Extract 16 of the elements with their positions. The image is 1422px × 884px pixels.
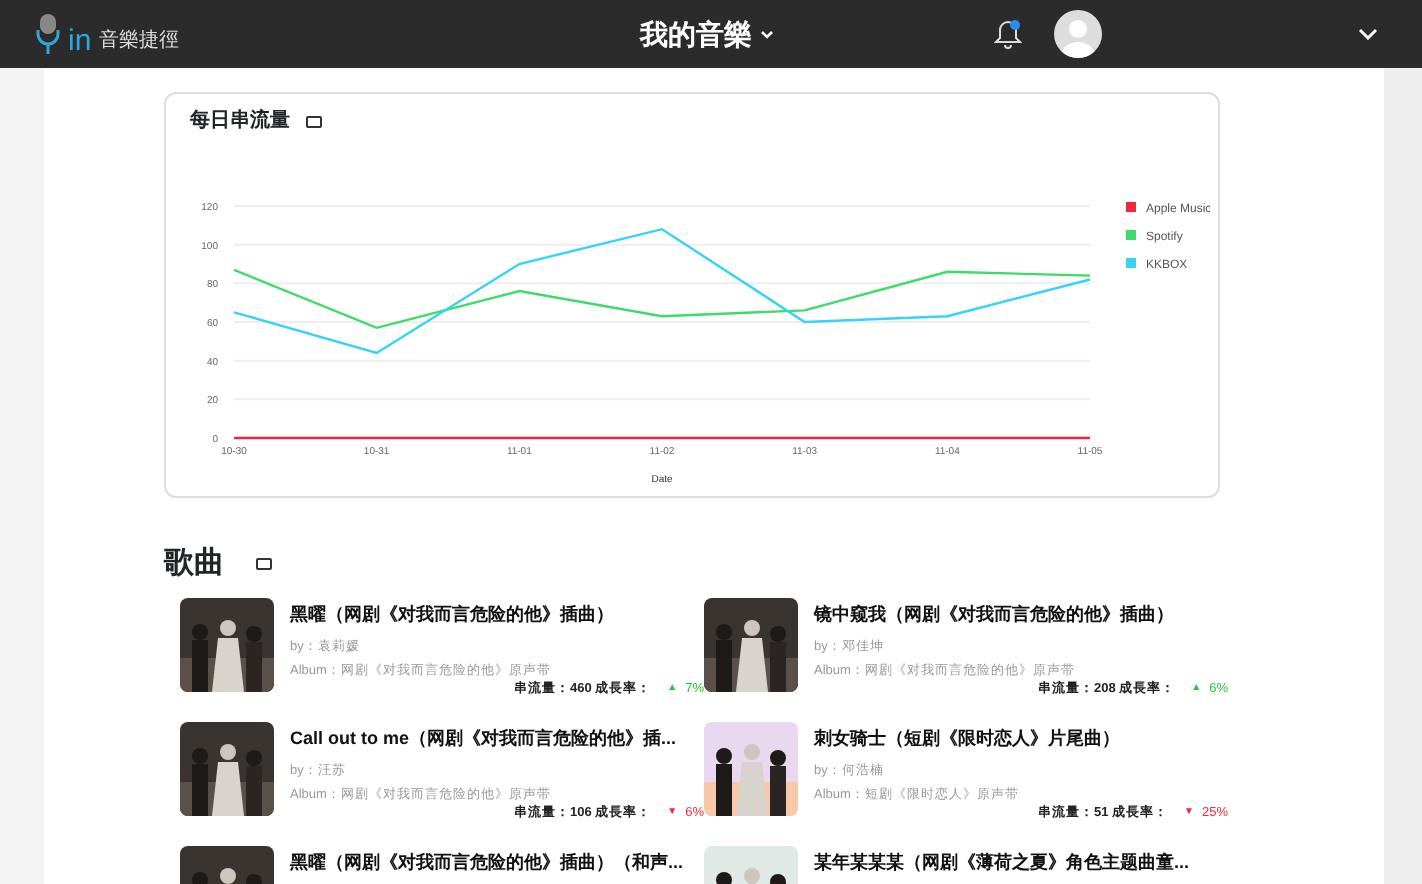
- song-title[interactable]: 黑曜（网剧《对我而言危险的他》插曲）（和声...: [290, 850, 704, 874]
- caret-icon: [760, 29, 774, 39]
- chevron-down-icon[interactable]: [1358, 28, 1378, 40]
- info-icon[interactable]: [256, 558, 272, 570]
- section-title: 歌曲: [164, 546, 224, 582]
- song-title[interactable]: 某年某某某（网剧《薄荷之夏》角色主题曲童...: [814, 850, 1228, 874]
- song-title[interactable]: 镜中窥我（网剧《对我而言危险的他》插曲）: [814, 602, 1228, 626]
- avatar-icon[interactable]: [1054, 10, 1102, 58]
- song-title[interactable]: 刺女骑士（短剧《限时恋人》片尾曲）: [814, 726, 1228, 750]
- logo[interactable]: in 音樂捷徑: [36, 12, 180, 56]
- song-title[interactable]: 黑曜（网剧《对我而言危险的他》插曲）: [290, 602, 704, 626]
- info-icon[interactable]: [306, 115, 322, 127]
- chart-title: 每日串流量: [190, 106, 290, 136]
- song-title[interactable]: Call out to me（网剧《对我而言危险的他》插...: [290, 726, 704, 750]
- bell-icon[interactable]: [994, 18, 1022, 50]
- title-dropdown[interactable]: 我的音樂: [640, 13, 774, 55]
